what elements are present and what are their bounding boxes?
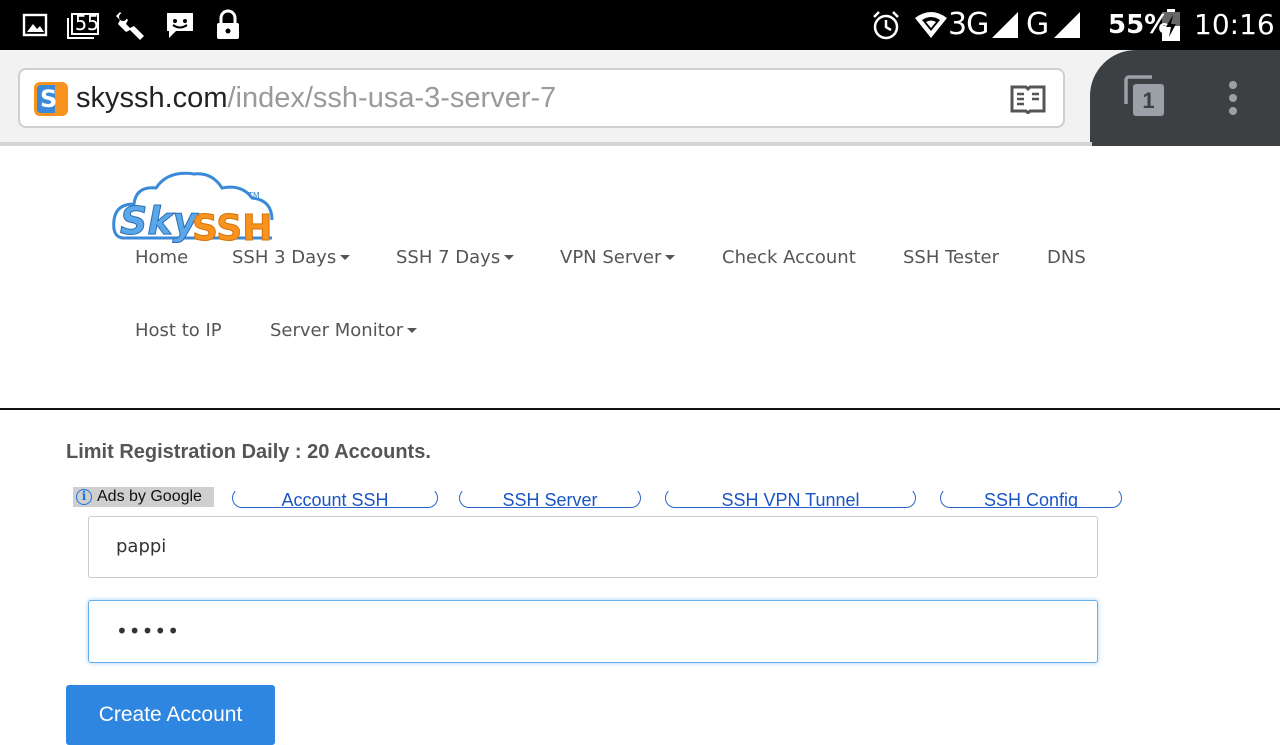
image-icon [22,9,48,41]
password-input[interactable]: ••••• [88,600,1098,663]
nav-home[interactable]: Home [135,243,188,273]
caret-down-icon [504,254,515,260]
status-bar: 55 3G G 55% 10:16 [0,0,1280,50]
nav-vpn-server[interactable]: VPN Server [560,243,676,273]
chat-icon [164,9,196,41]
nav-label: Home [135,247,189,268]
ad-link-ssh-config[interactable]: SSH Config [940,488,1122,508]
nav-host-to-ip[interactable]: Host to IP [135,316,222,346]
ad-link-label: SSH Config [983,490,1079,508]
nav-ssh-tester[interactable]: SSH Tester [903,243,999,273]
clock: 10:16 [1194,8,1275,41]
username-input[interactable]: pappi [88,516,1098,578]
create-account-button[interactable]: Create Account [66,685,275,745]
reader-mode-icon[interactable] [1010,84,1046,116]
wifi-icon [914,9,948,41]
ad-link-ssh-server[interactable]: SSH Server [459,488,641,508]
tab-switcher-button[interactable]: 1 [1122,74,1168,120]
ads-by-google-label[interactable]: i Ads by Google [73,487,214,507]
more-vertical-icon [1229,81,1237,115]
nav-server-monitor[interactable]: Server Monitor [270,316,418,346]
svg-text:Sky: Sky [120,199,200,243]
nav-label: Check Account [722,247,856,268]
nav-label: DNS [1047,247,1086,268]
url-domain: skyssh.com [76,82,228,114]
tab-count: 1 [1142,88,1155,113]
wrench-icon [114,9,148,41]
nav-ssh-3-days[interactable]: SSH 3 Days [232,243,351,273]
menu-button[interactable] [1218,80,1248,116]
nav-label: SSH 3 Days [232,247,337,268]
registration-limit-notice: Limit Registration Daily : 20 Accounts. [66,441,431,463]
signal-icon-2 [1052,9,1082,41]
info-icon: i [76,489,92,505]
skyssh-logo[interactable]: Sky SSH TM [112,168,282,250]
network-g-label: G [1026,7,1050,42]
create-account-label: Create Account [98,703,243,726]
nav-label: VPN Server [560,247,662,268]
notification-count: 55 [75,11,100,35]
toolbar-shadow [0,142,1092,146]
nav-dns[interactable]: DNS [1047,243,1086,273]
svg-text:SSH: SSH [192,208,272,244]
caret-down-icon [407,327,418,333]
nav-check-account[interactable]: Check Account [722,243,856,273]
address-bar[interactable]: S skyssh.com/index/ssh-usa-3-server-7 [18,68,1065,128]
lock-icon [214,9,242,41]
ad-link-ssh-vpn-tunnel[interactable]: SSH VPN Tunnel [665,488,916,508]
ad-link-label: SSH VPN Tunnel [721,490,860,508]
url-path: /index/ssh-usa-3-server-7 [227,82,557,114]
url-text[interactable]: skyssh.com/index/ssh-usa-3-server-7 [76,70,556,126]
browser-actions-area: 1 [1090,50,1280,146]
ad-link-label: SSH Server [502,490,598,508]
nav-ssh-7-days[interactable]: SSH 7 Days [396,243,515,273]
network-3g-label: 3G [948,7,989,42]
caret-down-icon [665,254,676,260]
battery-charging-icon [1160,9,1182,41]
nav-divider [0,408,1280,410]
nav-label: SSH Tester [903,247,1000,268]
signal-icon [990,9,1020,41]
site-favicon-icon: S [34,82,68,116]
ads-label-text: Ads by Google [97,488,202,505]
nav-label: Host to IP [135,320,222,341]
alarm-icon [870,9,902,41]
favicon-letter: S [40,85,58,113]
nav-label: SSH 7 Days [396,247,501,268]
caret-down-icon [340,254,351,260]
svg-text:TM: TM [247,191,260,200]
nav-label: Server Monitor [270,320,404,341]
notification-55-icon: 55 [66,9,102,41]
ad-link-account-ssh[interactable]: Account SSH [232,488,438,508]
ad-link-label: Account SSH [281,490,389,508]
